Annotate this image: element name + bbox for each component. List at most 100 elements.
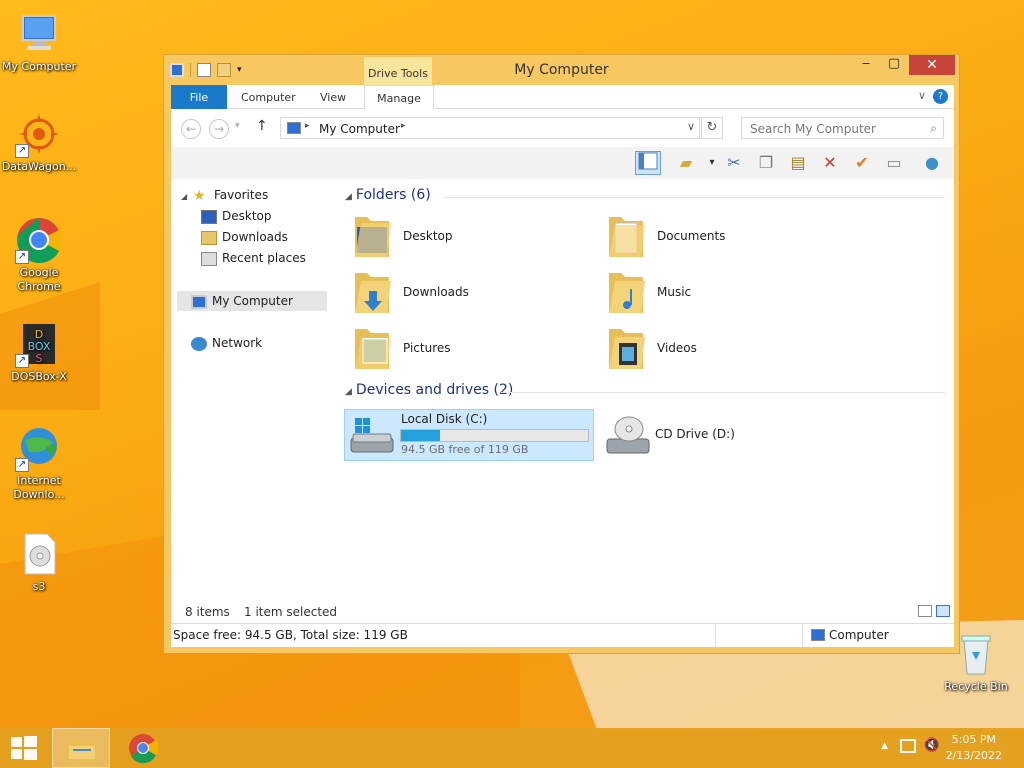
nav-label: Network bbox=[212, 336, 263, 350]
datawagon-icon: ↗ bbox=[15, 110, 63, 158]
nav-label: Favorites bbox=[213, 188, 269, 202]
desktop-icon-datawagon[interactable]: ↗ DataWagon... bbox=[1, 110, 77, 174]
copy-icon[interactable]: ❐ bbox=[753, 151, 779, 175]
hard-drive-icon bbox=[349, 416, 395, 456]
drive-usage-bar bbox=[400, 429, 589, 442]
address-dropdown-icon[interactable]: ∨ bbox=[687, 120, 695, 133]
paste-icon[interactable]: ▤ bbox=[785, 151, 811, 175]
desktop-icon-label: Recycle Bin bbox=[944, 680, 1008, 693]
start-button[interactable] bbox=[0, 728, 58, 768]
taskbar-chrome[interactable] bbox=[114, 728, 172, 768]
drive-item-cd-drive[interactable]: CD Drive (D:) bbox=[599, 409, 849, 461]
clock-date: 2/13/2022 bbox=[945, 749, 1002, 762]
help-icon[interactable]: ? bbox=[933, 89, 948, 104]
nav-item-network[interactable]: Network bbox=[191, 333, 262, 353]
navigation-pane: ◢ ★ Favorites Desktop Downloads Recent pl… bbox=[171, 179, 331, 623]
drive-free-space: 94.5 GB free of 119 GB bbox=[401, 443, 529, 456]
folder-item-documents[interactable]: Documents bbox=[601, 211, 841, 263]
desktop-icon-s3[interactable]: s3 bbox=[1, 530, 77, 594]
cut-icon[interactable]: ✂ bbox=[721, 151, 747, 175]
checkmark-icon[interactable]: ✔ bbox=[849, 151, 875, 175]
nav-item-desktop[interactable]: Desktop bbox=[201, 206, 272, 226]
group-header-devices[interactable]: ◢ Devices and drives (2) bbox=[345, 382, 513, 398]
breadcrumb-chevron-icon[interactable]: ▸ bbox=[305, 121, 310, 131]
large-icons-view-button[interactable] bbox=[936, 605, 950, 617]
drive-item-local-disk[interactable]: Local Disk (C:) 94.5 GB free of 119 GB bbox=[344, 409, 594, 461]
folder-item-pictures[interactable]: Pictures bbox=[347, 323, 587, 375]
folder-name: Videos bbox=[657, 341, 697, 355]
up-button[interactable]: ↑ bbox=[256, 118, 268, 134]
tab-view[interactable]: View bbox=[308, 85, 358, 109]
address-box[interactable]: ▸ My Computer ▸ ∨ bbox=[280, 117, 700, 139]
computer-small-icon bbox=[811, 629, 825, 641]
details-view-button[interactable] bbox=[918, 605, 932, 617]
ribbon-expand-icon[interactable]: ∨ bbox=[918, 89, 926, 102]
globe-download-icon: ↗ bbox=[15, 424, 63, 472]
folder-item-desktop[interactable]: Desktop bbox=[347, 211, 587, 263]
close-button[interactable]: ✕ bbox=[909, 55, 955, 75]
show-hidden-icons-button[interactable]: ▲ bbox=[881, 741, 888, 751]
disc-file-icon bbox=[15, 530, 63, 578]
chevron-down-icon[interactable]: ◢ bbox=[345, 192, 352, 202]
system-clock[interactable]: 5:05 PM 2/13/2022 bbox=[946, 732, 1002, 764]
nav-item-favorites[interactable]: ◢ ★ Favorites bbox=[181, 185, 268, 205]
rename-icon[interactable]: ▭ bbox=[881, 151, 907, 175]
taskbar: ▲ 🔇 5:05 PM 2/13/2022 bbox=[0, 728, 1024, 768]
folder-downloads-icon bbox=[353, 269, 391, 315]
tab-computer[interactable]: Computer bbox=[229, 85, 308, 109]
space-info: Space free: 94.5 GB, Total size: 119 GB bbox=[173, 628, 408, 642]
tab-manage[interactable]: Manage bbox=[364, 85, 434, 109]
group-title: Folders (6) bbox=[355, 187, 431, 203]
title-bar[interactable]: ▾ Drive Tools My Computer ‒ ▢ ✕ bbox=[164, 55, 959, 85]
folder-name: Documents bbox=[657, 229, 726, 243]
nav-item-my-computer[interactable]: My Computer bbox=[177, 291, 327, 311]
tab-file[interactable]: File bbox=[171, 85, 227, 109]
folder-item-videos[interactable]: Videos bbox=[601, 323, 841, 375]
computer-small-icon bbox=[287, 122, 301, 134]
folder-options-icon[interactable]: ▰ bbox=[673, 151, 699, 175]
shortcut-arrow-icon: ↗ bbox=[15, 144, 29, 158]
desktop-icon-dosbox[interactable]: D BOX S ↗ DOSBox-X bbox=[1, 320, 77, 384]
search-input[interactable]: Search My Computer ⌕ bbox=[741, 117, 944, 139]
preview-pane-button[interactable] bbox=[635, 151, 661, 175]
folder-item-music[interactable]: Music bbox=[601, 267, 841, 319]
minimize-button[interactable]: ‒ bbox=[851, 55, 881, 75]
forward-button[interactable]: → bbox=[209, 119, 229, 139]
taskbar-file-explorer[interactable] bbox=[52, 728, 110, 768]
drive-name: CD Drive (D:) bbox=[655, 427, 735, 441]
nav-label: My Computer bbox=[212, 294, 293, 308]
delete-icon[interactable]: ✕ bbox=[817, 151, 843, 175]
folder-pictures-icon bbox=[353, 325, 391, 371]
desktop-icon-internet-download[interactable]: ↗ Internet Downlo... bbox=[1, 424, 77, 502]
volume-muted-icon[interactable]: 🔇 bbox=[924, 738, 940, 753]
computer-small-icon bbox=[191, 294, 207, 309]
chevron-down-icon[interactable]: ◢ bbox=[181, 192, 187, 201]
nav-label: Recent places bbox=[222, 251, 306, 265]
desktop-icon-chrome[interactable]: ↗ Google Chrome bbox=[1, 216, 77, 294]
desktop-small-icon bbox=[201, 209, 217, 224]
computer-icon bbox=[15, 10, 63, 58]
refresh-button[interactable]: ↻ bbox=[701, 117, 723, 139]
desktop-icon-label: DataWagon... bbox=[1, 160, 77, 173]
network-tray-icon[interactable] bbox=[900, 739, 916, 753]
recent-locations-icon[interactable]: ▾ bbox=[235, 121, 240, 131]
group-header-folders[interactable]: ◢ Folders (6) bbox=[345, 187, 431, 203]
breadcrumb-chevron-icon[interactable]: ▸ bbox=[401, 121, 406, 131]
dosbox-icon: D BOX S ↗ bbox=[15, 320, 63, 368]
divider bbox=[802, 623, 803, 647]
breadcrumb[interactable]: My Computer bbox=[319, 122, 400, 136]
desktop-icon-my-computer[interactable]: My Computer bbox=[1, 10, 77, 74]
search-icon: ⌕ bbox=[930, 121, 937, 135]
nav-item-downloads[interactable]: Downloads bbox=[201, 227, 288, 247]
globe-icon[interactable]: ● bbox=[919, 151, 945, 175]
folder-name: Music bbox=[657, 285, 692, 299]
star-icon: ★ bbox=[192, 187, 206, 204]
window-title: My Computer bbox=[514, 62, 609, 78]
back-button[interactable]: ← bbox=[181, 119, 201, 139]
folder-item-downloads[interactable]: Downloads bbox=[347, 267, 587, 319]
folder-music-icon bbox=[607, 269, 645, 315]
maximize-button[interactable]: ▢ bbox=[879, 55, 909, 75]
nav-item-recent-places[interactable]: Recent places bbox=[201, 248, 306, 268]
desktop-icon-label: My Computer bbox=[1, 60, 77, 73]
chevron-down-icon[interactable]: ◢ bbox=[345, 387, 352, 397]
